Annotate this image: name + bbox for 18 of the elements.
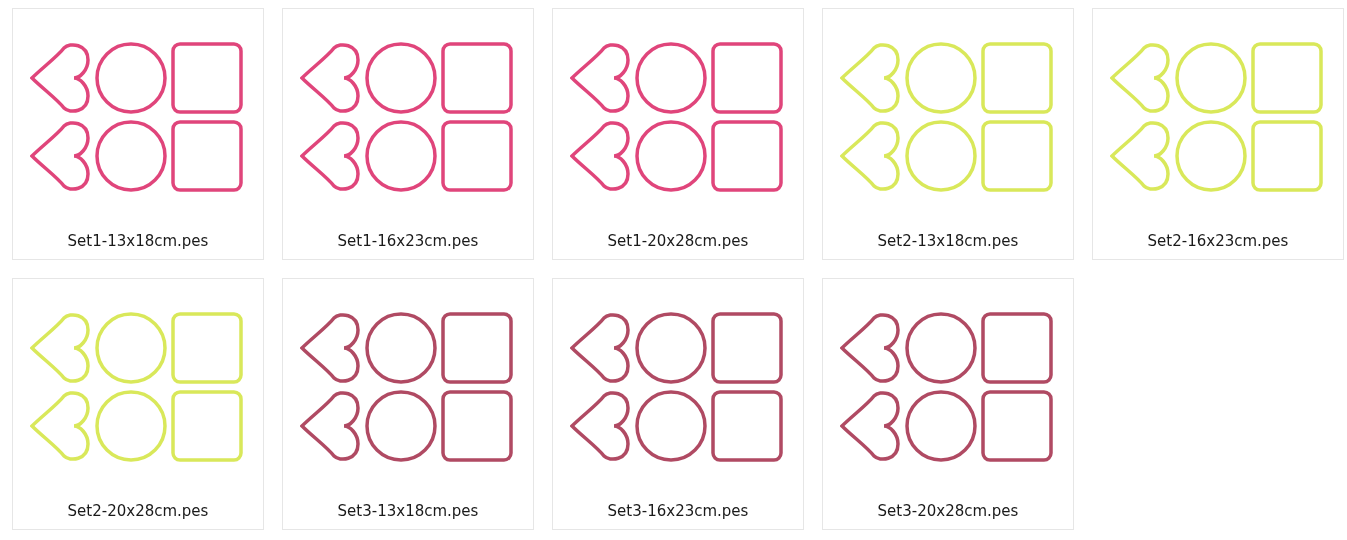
- file-tile[interactable]: Set2-20x28cm.pes: [12, 278, 264, 530]
- file-tile[interactable]: Set3-16x23cm.pes: [552, 278, 804, 530]
- file-tile[interactable]: Set3-13x18cm.pes: [282, 278, 534, 530]
- file-tile[interactable]: Set3-20x28cm.pes: [822, 278, 1074, 530]
- file-name: Set1-20x28cm.pes: [607, 232, 749, 250]
- file-name: Set2-13x18cm.pes: [877, 232, 1019, 250]
- file-name: Set2-16x23cm.pes: [1147, 232, 1289, 250]
- file-name: Set1-13x18cm.pes: [67, 232, 209, 250]
- file-tile[interactable]: Set1-16x23cm.pes: [282, 8, 534, 260]
- file-name: Set3-16x23cm.pes: [607, 502, 749, 520]
- file-tile[interactable]: Set1-13x18cm.pes: [12, 8, 264, 260]
- file-name: Set3-20x28cm.pes: [877, 502, 1019, 520]
- file-tile[interactable]: Set2-13x18cm.pes: [822, 8, 1074, 260]
- file-tile[interactable]: Set1-20x28cm.pes: [552, 8, 804, 260]
- file-name: Set1-16x23cm.pes: [337, 232, 479, 250]
- file-name: Set2-20x28cm.pes: [67, 502, 209, 520]
- file-tile[interactable]: Set2-16x23cm.pes: [1092, 8, 1344, 260]
- file-name: Set3-13x18cm.pes: [337, 502, 479, 520]
